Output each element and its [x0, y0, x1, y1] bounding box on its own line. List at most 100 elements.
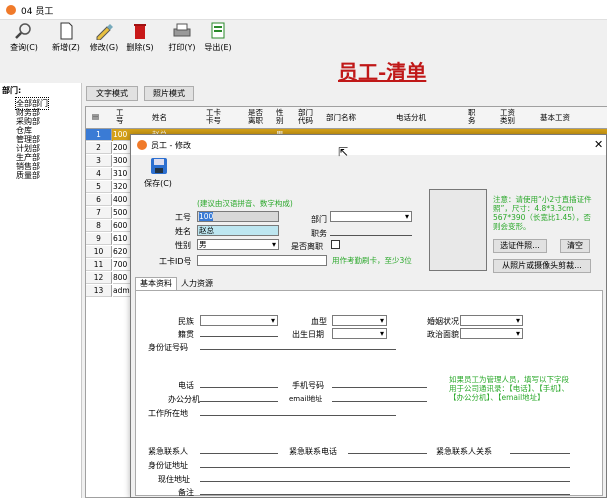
marital-select[interactable]: [460, 315, 523, 326]
row-number[interactable]: 8: [86, 220, 112, 232]
card-id-input[interactable]: [197, 255, 327, 266]
save-button[interactable]: 保存(C): [144, 157, 174, 188]
mobile-label: 手机号码: [292, 381, 324, 390]
photo-note: 注意：请使用“小2寸直插证件照”，尺寸：4.8*3.3cm 567*390（长宽…: [493, 195, 592, 231]
id-address-input[interactable]: [200, 458, 570, 468]
export-button[interactable]: 导出(E): [196, 22, 240, 56]
ethnic-label: 民族: [178, 317, 194, 326]
delete-label: 删除(S): [126, 43, 154, 52]
work-place-input[interactable]: [200, 406, 396, 416]
text-mode-button[interactable]: 文字模式: [86, 86, 138, 101]
home-address-input[interactable]: [200, 472, 570, 482]
row-number[interactable]: 5: [86, 181, 112, 193]
photo-box[interactable]: [429, 189, 487, 271]
close-icon[interactable]: ✕: [594, 138, 603, 151]
grid-header: ▤ 工 号 姓名 工卡 卡号 是否 离职 性 别 部门 代码 部门名称 电话分机…: [86, 107, 607, 129]
col-header[interactable]: 工卡 卡号: [206, 109, 221, 125]
window-title: 04 员工: [21, 7, 54, 17]
row-number[interactable]: 12: [86, 272, 112, 284]
emergency-label: 紧急联系人: [148, 447, 188, 456]
mouse-cursor-icon: ⇱: [338, 145, 349, 159]
photo-mode-button[interactable]: 照片模式: [144, 86, 194, 101]
search-icon: [15, 23, 31, 39]
sex-select[interactable]: 男: [197, 239, 279, 250]
col-header[interactable]: 姓名: [152, 114, 167, 122]
row-number[interactable]: 11: [86, 259, 112, 271]
printer-icon: [173, 23, 191, 37]
emergency-input[interactable]: [200, 444, 278, 454]
table-cell-emp-no[interactable]: admin: [113, 285, 131, 297]
col-header[interactable]: 电话分机: [396, 114, 426, 122]
table-cell-emp-no[interactable]: 100: [113, 129, 131, 141]
table-cell-emp-no[interactable]: 310: [113, 168, 131, 180]
col-header[interactable]: 职 务: [468, 109, 476, 125]
emp-no-input[interactable]: 100: [197, 211, 279, 222]
select-photo-button[interactable]: 选证件照...: [493, 239, 547, 253]
table-cell-emp-no[interactable]: 400: [113, 194, 131, 206]
native-input[interactable]: [200, 327, 278, 337]
dialog-app-icon: [137, 140, 147, 150]
crop-photo-button[interactable]: 从照片或摄像头剪裁...: [493, 259, 591, 273]
col-header[interactable]: 性 别: [276, 109, 284, 125]
ethnic-select[interactable]: [200, 315, 278, 326]
col-header[interactable]: 是否 离职: [248, 109, 263, 125]
politics-label: 政治面貌: [427, 330, 459, 339]
table-cell-emp-no[interactable]: 300: [113, 155, 131, 167]
email-input[interactable]: [332, 392, 427, 402]
row-number[interactable]: 9: [86, 233, 112, 245]
politics-select[interactable]: [460, 328, 523, 339]
table-cell-emp-no[interactable]: 800: [113, 272, 131, 284]
query-button[interactable]: 查询(C): [2, 22, 46, 56]
row-number[interactable]: 13: [86, 285, 112, 297]
emergency-rel-input[interactable]: [510, 444, 570, 454]
title-input[interactable]: [330, 226, 412, 236]
col-header[interactable]: 部门 代码: [298, 109, 313, 125]
row-number[interactable]: 10: [86, 246, 112, 258]
table-cell-emp-no[interactable]: 620: [113, 246, 131, 258]
resigned-checkbox[interactable]: [331, 240, 340, 249]
col-header[interactable]: 基本工资: [540, 114, 570, 122]
id-no-input[interactable]: [200, 340, 396, 350]
clear-photo-button[interactable]: 清空: [560, 239, 590, 253]
department-tree[interactable]: 部门: 全部部门 财务部 采购部 仓库 管理部 计划部 生产部 销售部 质量部: [0, 83, 82, 498]
row-number[interactable]: 6: [86, 194, 112, 206]
tab-basic[interactable]: 基本资料: [135, 277, 177, 290]
mobile-input[interactable]: [332, 378, 427, 388]
grid-settings-icon[interactable]: ▤: [92, 113, 99, 121]
col-header[interactable]: 工 号: [116, 109, 124, 125]
table-cell-emp-no[interactable]: 600: [113, 220, 131, 232]
row-number[interactable]: 2: [86, 142, 112, 154]
emp-no-value: 100: [199, 212, 214, 221]
remark-input[interactable]: [200, 485, 570, 495]
table-cell-emp-no[interactable]: 500: [113, 207, 131, 219]
col-header[interactable]: 工资 类别: [500, 109, 515, 125]
row-number[interactable]: 7: [86, 207, 112, 219]
emergency-phone-input[interactable]: [348, 444, 427, 454]
table-cell-emp-no[interactable]: 700: [113, 259, 131, 271]
export-label: 导出(E): [204, 43, 232, 52]
sex-label: 性别: [175, 241, 191, 250]
table-cell-emp-no[interactable]: 200: [113, 142, 131, 154]
title-label: 职务: [311, 229, 327, 238]
query-label: 查询(C): [10, 43, 38, 52]
tree-header: 部门:: [2, 86, 22, 95]
row-number[interactable]: 4: [86, 168, 112, 180]
dept-label: 部门: [311, 215, 327, 224]
row-number[interactable]: 1: [86, 129, 112, 141]
office-input[interactable]: [200, 392, 278, 402]
row-number[interactable]: 3: [86, 155, 112, 167]
name-input[interactable]: 赵总: [197, 225, 279, 236]
tab-hr[interactable]: 人力资源: [177, 278, 217, 290]
delete-button[interactable]: 删除(S): [118, 22, 162, 56]
phone-input[interactable]: [200, 378, 278, 388]
card-id-label: 工卡ID号: [159, 257, 192, 266]
table-cell-emp-no[interactable]: 610: [113, 233, 131, 245]
tree-item[interactable]: 质量部: [16, 170, 40, 181]
dialog-title: 员工 - 修改: [151, 141, 191, 150]
dept-select[interactable]: [330, 211, 412, 222]
birthday-select[interactable]: [332, 328, 387, 339]
blood-select[interactable]: [332, 315, 387, 326]
col-header[interactable]: 部门名称: [326, 114, 356, 122]
table-cell-emp-no[interactable]: 320: [113, 181, 131, 193]
title-bar: 04 员工: [0, 0, 607, 20]
